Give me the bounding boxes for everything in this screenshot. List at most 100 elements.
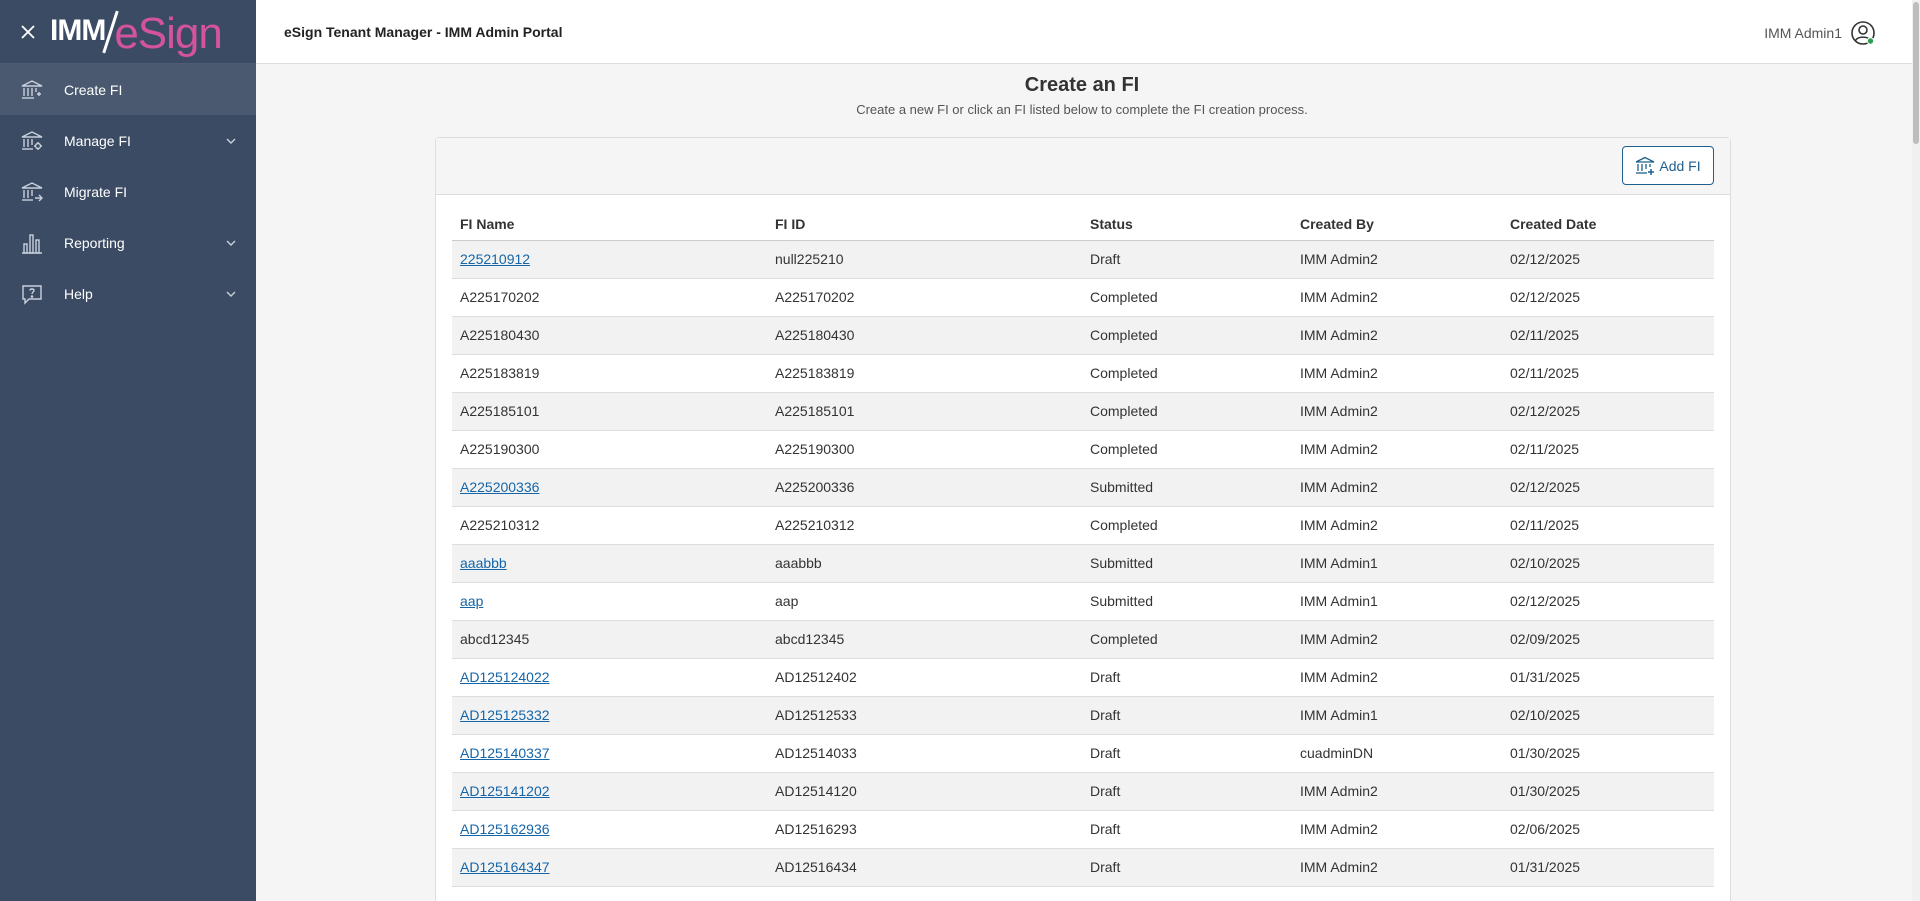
cell-fi-name: AD125125332 (452, 696, 767, 735)
bar-chart-icon (20, 231, 44, 255)
cell-created-date: 02/09/2025 (1502, 620, 1714, 659)
cell-fi-name: AD125164347 (452, 848, 767, 887)
table-row[interactable]: 225210912 null225210 Draft IMM Admin2 02/12/… (452, 240, 1714, 279)
table-row[interactable]: AD125125332 AD12512533 Draft IMM Admin1 02/1… (452, 696, 1714, 735)
page-scrollbar[interactable] (1912, 0, 1920, 901)
cell-fi-name: AD125162936 (452, 810, 767, 849)
cell-created-date: 02/11/2025 (1502, 354, 1714, 393)
user-account-icon[interactable] (1850, 20, 1876, 46)
cell-created-by: IMM Admin2 (1292, 620, 1502, 659)
cell-created-by: IMM Admin1 (1292, 544, 1502, 583)
user-menu[interactable]: IMM Admin1 (1764, 20, 1876, 46)
cell-created-date: 02/11/2025 (1502, 316, 1714, 355)
table-row: A225210312 A225210312 Completed IMM Admin2 0… (452, 506, 1714, 545)
cell-fi-name: 225210912 (452, 240, 767, 279)
sidebar-header: IMM eSign (0, 0, 256, 64)
cell-fi-name: A225210312 (452, 506, 767, 545)
cell-status: Completed (1082, 316, 1292, 355)
fi-name-link[interactable]: aap (460, 593, 483, 609)
sidebar-item-label: Reporting (64, 234, 125, 251)
table-row[interactable]: AD125140337 AD12514033 Draft cuadminDN 01/30… (452, 734, 1714, 773)
table-row[interactable]: AD125164347 AD12516434 Draft IMM Admin2 01/3… (452, 848, 1714, 887)
cell-created-by: IMM Admin2 (1292, 848, 1502, 887)
cell-status: Submitted (1082, 582, 1292, 621)
chevron-down-icon[interactable] (224, 287, 238, 301)
fi-name-link[interactable]: AD125164347 (460, 859, 550, 875)
cell-created-by: IMM Admin2 (1292, 772, 1502, 811)
add-fi-button[interactable]: Add FI (1622, 146, 1714, 185)
fi-name-link[interactable]: AD125124022 (460, 669, 550, 685)
table-row[interactable]: AD125124022 AD12512402 Draft IMM Admin2 01/3… (452, 658, 1714, 697)
cell-status: Completed (1082, 430, 1292, 469)
sidebar-nav: Create FI Manage FI Migrate FI Reporting Hel… (0, 64, 256, 319)
chevron-down-icon[interactable] (224, 134, 238, 148)
fi-name-link[interactable]: aaabbb (460, 555, 507, 571)
cell-status: Completed (1082, 392, 1292, 431)
column-header-status[interactable]: Status (1082, 208, 1292, 241)
cell-fi-id: aaabbb (767, 544, 1082, 583)
cell-fi-name: A225183819 (452, 354, 767, 393)
cell-created-date: 02/10/2025 (1502, 696, 1714, 735)
table-body: 225210912 null225210 Draft IMM Admin2 02/12/… (452, 240, 1714, 887)
cell-status: Submitted (1082, 544, 1292, 583)
sidebar-item-manage-fi[interactable]: Manage FI (0, 115, 256, 166)
fi-name-link[interactable]: AD125162936 (460, 821, 550, 837)
cell-created-by: IMM Admin2 (1292, 354, 1502, 393)
table-row[interactable]: A225200336 A225200336 Submitted IMM Admin2 0… (452, 468, 1714, 507)
table-row: A225180430 A225180430 Completed IMM Admin2 0… (452, 316, 1714, 355)
cell-created-date: 01/31/2025 (1502, 848, 1714, 887)
fi-name-link[interactable]: AD125140337 (460, 745, 550, 761)
cell-created-date: 02/12/2025 (1502, 240, 1714, 279)
column-header-created-by[interactable]: Created By (1292, 208, 1502, 241)
column-header-fi-name[interactable]: FI Name (452, 208, 767, 241)
sidebar-item-migrate-fi[interactable]: Migrate FI (0, 166, 256, 217)
table-row: A225183819 A225183819 Completed IMM Admin2 0… (452, 354, 1714, 393)
cell-created-date: 02/11/2025 (1502, 430, 1714, 469)
table-row[interactable]: aap aap Submitted IMM Admin1 02/12/2025 (452, 582, 1714, 621)
cell-fi-id: AD12516293 (767, 810, 1082, 849)
cell-status: Draft (1082, 848, 1292, 887)
cell-status: Completed (1082, 620, 1292, 659)
cell-created-date: 02/06/2025 (1502, 810, 1714, 849)
cell-created-by: IMM Admin2 (1292, 468, 1502, 507)
column-header-created-date[interactable]: Created Date (1502, 208, 1714, 241)
column-header-fi-id[interactable]: FI ID (767, 208, 1082, 241)
cell-status: Draft (1082, 810, 1292, 849)
cell-created-by: cuadminDN (1292, 734, 1502, 773)
fi-name-link[interactable]: AD125125332 (460, 707, 550, 723)
table-row: A225190300 A225190300 Completed IMM Admin2 0… (452, 430, 1714, 469)
cell-created-date: 02/12/2025 (1502, 278, 1714, 317)
cell-fi-name: A225200336 (452, 468, 767, 507)
fi-name-link[interactable]: AD125141202 (460, 783, 550, 799)
close-icon[interactable] (16, 20, 40, 44)
sidebar-item-label: Help (64, 285, 93, 302)
scrollbar-thumb[interactable] (1913, 2, 1919, 144)
chevron-down-icon[interactable] (224, 236, 238, 250)
logo: IMM eSign (50, 6, 223, 58)
sidebar-item-help[interactable]: Help (0, 268, 256, 319)
cell-fi-id: AD12512402 (767, 658, 1082, 697)
table-row[interactable]: aaabbb aaabbb Submitted IMM Admin1 02/10/202… (452, 544, 1714, 583)
bank-migrate-icon (20, 180, 44, 204)
cell-fi-name: AD125140337 (452, 734, 767, 773)
bank-add-icon (1636, 156, 1655, 175)
fi-name-link[interactable]: A225200336 (460, 479, 539, 495)
cell-created-by: IMM Admin2 (1292, 278, 1502, 317)
logo-text-imm: IMM (50, 13, 106, 47)
cell-fi-name: AD125124022 (452, 658, 767, 697)
sidebar-item-create-fi[interactable]: Create FI (0, 64, 256, 115)
user-name: IMM Admin1 (1764, 25, 1842, 41)
sidebar-item-reporting[interactable]: Reporting (0, 217, 256, 268)
cell-fi-id: A225185101 (767, 392, 1082, 431)
header-title: eSign Tenant Manager - IMM Admin Portal (284, 23, 563, 40)
cell-fi-id: null225210 (767, 240, 1082, 279)
cell-status: Draft (1082, 240, 1292, 279)
fi-name-link[interactable]: 225210912 (460, 251, 530, 267)
sidebar-item-label: Manage FI (64, 132, 131, 149)
table-row[interactable]: AD125141202 AD12514120 Draft IMM Admin2 01/3… (452, 772, 1714, 811)
logo-text-esign: eSign (114, 8, 223, 58)
page-subtitle: Create a new FI or click an FI listed be… (856, 102, 1308, 117)
table-row[interactable]: AD125162936 AD12516293 Draft IMM Admin2 02/0… (452, 810, 1714, 849)
cell-fi-id: A225170202 (767, 278, 1082, 317)
cell-fi-id: abcd12345 (767, 620, 1082, 659)
